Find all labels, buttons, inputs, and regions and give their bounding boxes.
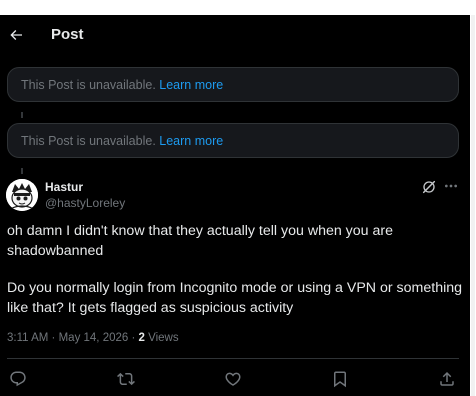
user-handle[interactable]: @hastyLoreley xyxy=(45,196,125,210)
divider xyxy=(7,358,459,359)
avatar[interactable] xyxy=(6,179,38,211)
scrollbar[interactable] xyxy=(470,15,476,396)
unavailable-text: This Post is unavailable. xyxy=(21,134,156,148)
post-date[interactable]: May 14, 2026 xyxy=(59,332,129,344)
arrow-left-icon xyxy=(10,30,22,40)
share-icon xyxy=(440,371,454,386)
reply-icon xyxy=(10,371,26,387)
bookmark-button[interactable] xyxy=(331,370,349,388)
repost-icon xyxy=(117,372,135,386)
learn-more-link[interactable]: Learn more xyxy=(159,134,223,148)
post-paragraph: oh damn I didn't know that they actually… xyxy=(7,223,393,259)
like-button[interactable] xyxy=(224,370,242,388)
repost-button[interactable] xyxy=(117,370,135,388)
reply-button[interactable] xyxy=(9,370,27,388)
more-icon[interactable] xyxy=(443,178,459,194)
post-paragraph: Do you normally login from Incognito mod… xyxy=(7,280,463,316)
page-header: Post xyxy=(0,15,470,59)
unavailable-post: This Post is unavailable. Learn more xyxy=(7,67,459,102)
view-count: 2 xyxy=(138,332,145,344)
like-icon xyxy=(225,372,241,386)
post-time[interactable]: 3:11 AM xyxy=(7,332,48,344)
post-text: oh damn I didn't know that they actually… xyxy=(7,222,462,336)
unavailable-post: This Post is unavailable. Learn more xyxy=(7,123,459,158)
display-name[interactable]: Hastur xyxy=(45,180,83,194)
browser-top-strip xyxy=(0,0,476,15)
post-meta: 3:11 AM · May 14, 2026 · 2 Views xyxy=(7,332,179,344)
avatar-drawing xyxy=(6,179,38,211)
page-title: Post xyxy=(51,26,84,43)
learn-more-link[interactable]: Learn more xyxy=(159,78,223,92)
grok-icon[interactable] xyxy=(421,179,437,195)
thread-line xyxy=(21,112,23,118)
bookmark-icon xyxy=(334,371,346,388)
post-page: Post This Post is unavailable. Learn mor… xyxy=(0,15,470,396)
back-button[interactable] xyxy=(6,25,26,45)
thread-line xyxy=(21,168,23,174)
share-button[interactable] xyxy=(438,370,456,388)
views-label: Views xyxy=(148,332,179,344)
unavailable-text: This Post is unavailable. xyxy=(21,78,156,92)
